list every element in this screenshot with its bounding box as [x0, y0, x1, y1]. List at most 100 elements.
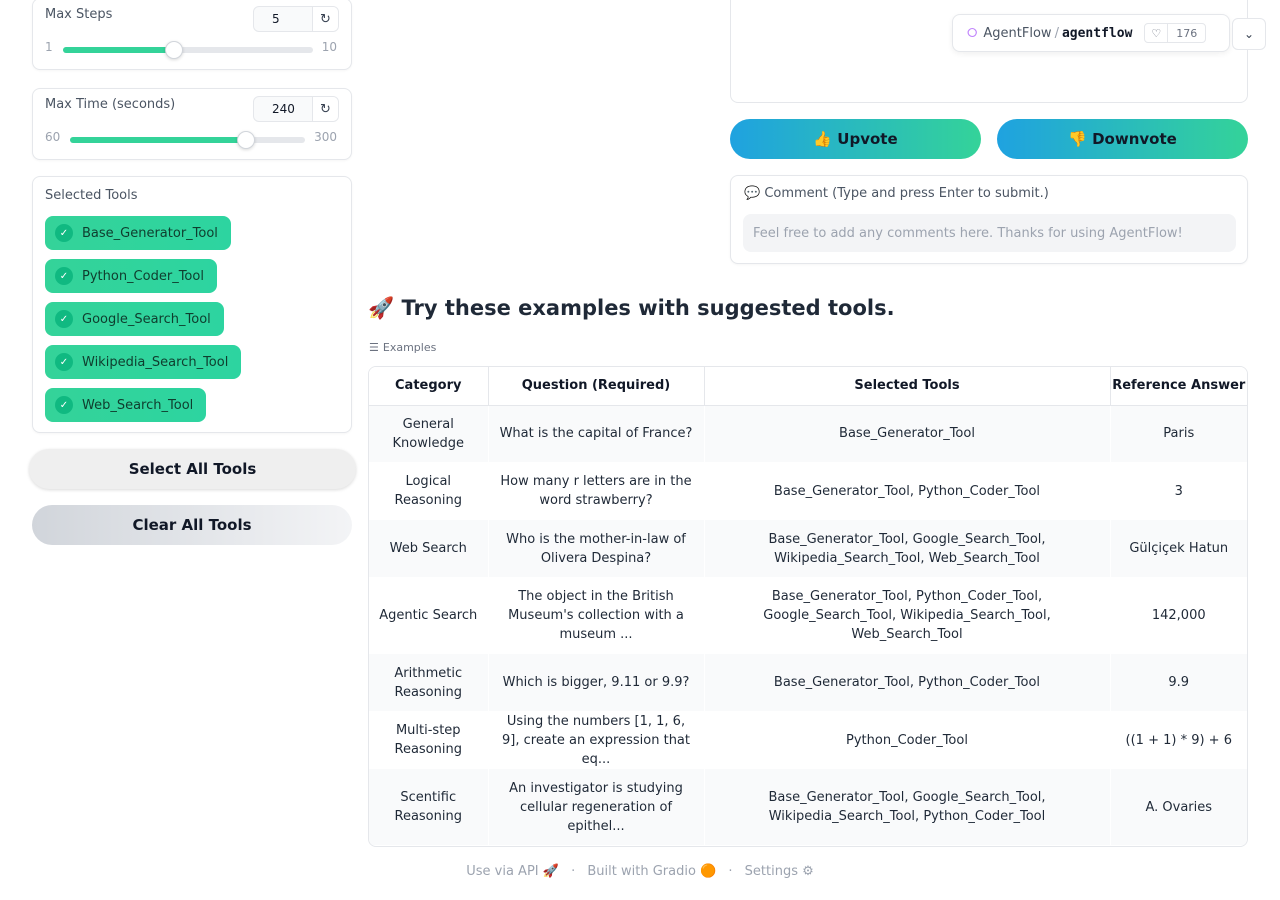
table-row[interactable]: Scentific Reasoning An investigator is s… [369, 769, 1247, 845]
max-steps-label: Max Steps [45, 7, 113, 22]
footer: Use via API 🚀 · Built with Gradio 🟠 · Se… [0, 864, 1280, 879]
check-icon: ✓ [55, 267, 73, 285]
max-steps-number-input[interactable]: 5 ↻ [253, 6, 339, 32]
slash-separator: / [1054, 25, 1059, 41]
table-cell: Base_Generator_Tool, Google_Search_Tool,… [703, 520, 1111, 577]
column-header[interactable]: Category [369, 367, 489, 406]
tool-label: Wikipedia_Search_Tool [82, 354, 229, 370]
table-cell: Scentific Reasoning [369, 769, 489, 845]
max-time-number-input[interactable]: 240 ↻ [253, 96, 339, 122]
tool-checkbox-base-generator[interactable]: ✓ Base_Generator_Tool [45, 216, 231, 250]
table-cell: Base_Generator_Tool, Google_Search_Tool,… [703, 769, 1111, 845]
table-cell: 9.9 [1109, 654, 1247, 711]
expand-icon[interactable]: ⌄ [1232, 18, 1266, 50]
max-steps-max: 10 [321, 40, 337, 54]
tool-label: Base_Generator_Tool [82, 225, 218, 241]
table-cell: The object in the British Museum's colle… [487, 577, 705, 654]
clear-all-tools-button[interactable]: Clear All Tools [32, 505, 352, 545]
space-repo[interactable]: agentflow [1062, 26, 1132, 41]
check-icon: ✓ [55, 224, 73, 242]
table-cell: An investigator is studying cellular reg… [487, 769, 705, 845]
examples-table: Category Question (Required) Selected To… [368, 366, 1248, 847]
examples-label-text: Examples [382, 341, 437, 354]
upvote-button[interactable]: 👍 Upvote [730, 119, 981, 159]
max-time-min: 60 [45, 130, 61, 144]
table-cell: 142,000 [1109, 577, 1247, 654]
table-cell: Base_Generator_Tool, Python_Coder_Tool [703, 462, 1111, 520]
table-row[interactable]: Web Search Who is the mother-in-law of O… [369, 520, 1247, 577]
table-cell: Logical Reasoning [369, 462, 489, 520]
like-button[interactable]: ♡ 176 [1144, 23, 1207, 43]
max-time-track[interactable] [70, 131, 305, 149]
table-cell: General Knowledge [369, 405, 489, 462]
footer-separator: · [571, 864, 576, 879]
reset-icon[interactable]: ↻ [312, 97, 338, 121]
selected-tools-panel: Selected Tools ✓ Base_Generator_Tool ✓ P… [32, 176, 352, 433]
tool-checkbox-python-coder[interactable]: ✓ Python_Coder_Tool [45, 259, 217, 293]
table-cell: A. Ovaries [1109, 769, 1247, 845]
max-steps-fill [63, 47, 174, 53]
table-cell: Multi-step Reasoning [369, 711, 489, 769]
table-row[interactable]: Agentic Search The object in the British… [369, 577, 1247, 654]
table-cell: Gülçiçek Hatun [1109, 520, 1247, 577]
column-header[interactable]: Question (Required) [488, 367, 705, 406]
tool-checkbox-web-search[interactable]: ✓ Web_Search_Tool [45, 388, 207, 422]
table-cell: ((1 + 1) * 9) + 6 [1109, 711, 1247, 769]
column-header[interactable]: Reference Answer [1110, 367, 1247, 406]
check-icon: ✓ [55, 310, 73, 328]
examples-heading: 🚀 Try these examples with suggested tool… [368, 296, 895, 320]
max-steps-value[interactable]: 5 [254, 12, 312, 26]
tool-checkbox-wikipedia-search[interactable]: ✓ Wikipedia_Search_Tool [45, 345, 242, 379]
max-steps-min: 1 [45, 40, 53, 54]
max-steps-track[interactable] [63, 41, 313, 59]
list-icon: ☰ [369, 341, 379, 354]
table-cell: Paris [1109, 405, 1247, 462]
heart-icon: ♡ [1145, 24, 1169, 42]
check-icon: ✓ [55, 396, 73, 414]
column-header[interactable]: Selected Tools [704, 367, 1111, 406]
table-cell: Base_Generator_Tool, Python_Coder_Tool, … [703, 577, 1111, 654]
reset-icon[interactable]: ↻ [312, 7, 338, 31]
footer-separator: · [728, 864, 733, 879]
table-header-row: Category Question (Required) Selected To… [369, 367, 1247, 406]
table-row[interactable]: Arithmetic Reasoning Which is bigger, 9.… [369, 654, 1247, 711]
table-row[interactable]: Multi-step Reasoning Using the numbers [… [369, 711, 1247, 769]
max-time-handle[interactable] [237, 131, 256, 149]
table-row[interactable]: General Knowledge What is the capital of… [369, 405, 1247, 462]
settings-link[interactable]: Settings ⚙ [745, 864, 814, 879]
downvote-button[interactable]: 👎 Downvote [997, 119, 1248, 159]
table-row[interactable]: Logical Reasoning How many r letters are… [369, 462, 1247, 520]
table-cell: Arithmetic Reasoning [369, 654, 489, 711]
table-cell: How many r letters are in the word straw… [487, 462, 705, 520]
tool-label: Python_Coder_Tool [82, 268, 204, 284]
max-steps-handle[interactable] [165, 41, 183, 59]
select-all-tools-button[interactable]: Select All Tools [29, 449, 356, 489]
max-time-label: Max Time (seconds) [45, 97, 176, 112]
like-count: 176 [1176, 26, 1198, 40]
max-time-max: 300 [314, 130, 337, 144]
comment-label: 💬 Comment (Type and press Enter to submi… [744, 186, 1049, 201]
table-cell: Who is the mother-in-law of Olivera Desp… [487, 520, 705, 577]
table-cell: Python_Coder_Tool [703, 711, 1111, 769]
table-cell: What is the capital of France? [487, 405, 705, 462]
selected-tools-title: Selected Tools [45, 188, 138, 203]
comment-panel: 💬 Comment (Type and press Enter to submi… [730, 175, 1248, 264]
comment-input[interactable] [743, 214, 1236, 252]
max-time-fill [70, 137, 247, 143]
table-cell: Agentic Search [369, 577, 489, 654]
table-cell: 3 [1109, 462, 1247, 520]
max-steps-slider: Max Steps 5 ↻ 1 10 [32, 0, 352, 70]
table-cell: Base_Generator_Tool [703, 405, 1111, 462]
space-icon: ⭘ [967, 25, 978, 41]
max-time-slider: Max Time (seconds) 240 ↻ 60 300 [32, 88, 352, 160]
space-org[interactable]: AgentFlow [983, 26, 1051, 41]
space-header-badge[interactable]: ⭘ AgentFlow / agentflow ♡ 176 [952, 14, 1230, 52]
built-with-gradio-link[interactable]: Built with Gradio 🟠 [587, 864, 716, 879]
check-icon: ✓ [55, 353, 73, 371]
table-cell: Base_Generator_Tool, Python_Coder_Tool [703, 654, 1111, 711]
tool-checkbox-google-search[interactable]: ✓ Google_Search_Tool [45, 302, 224, 336]
examples-label: ☰ Examples [369, 341, 436, 354]
max-time-value[interactable]: 240 [254, 102, 312, 116]
tool-label: Google_Search_Tool [82, 311, 211, 327]
use-via-api-link[interactable]: Use via API 🚀 [466, 864, 559, 879]
